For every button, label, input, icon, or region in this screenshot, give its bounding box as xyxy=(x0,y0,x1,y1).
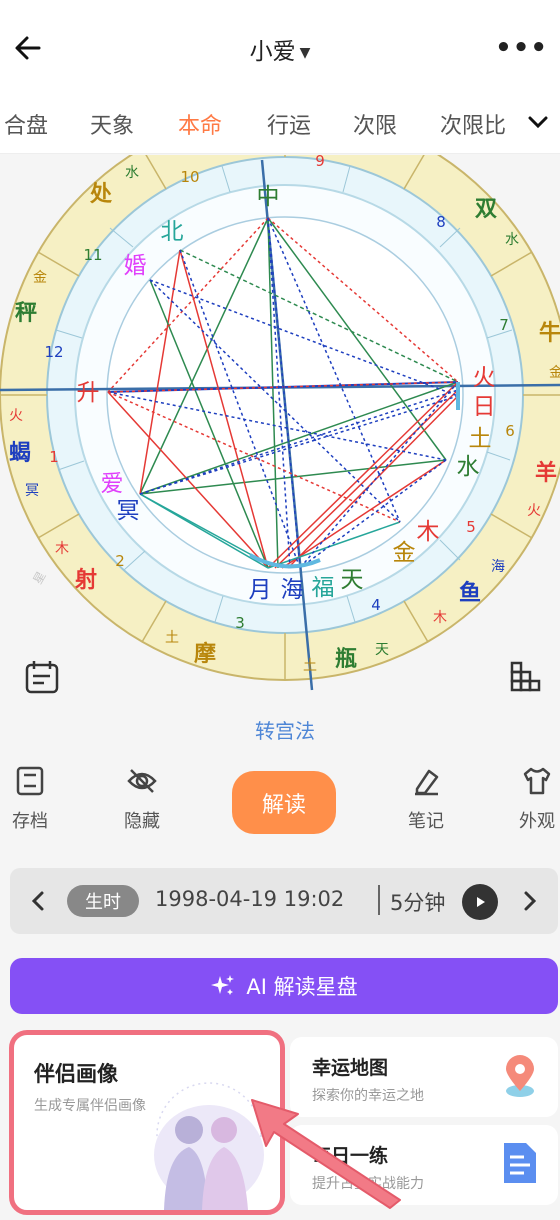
hide-button[interactable]: 隐藏 xyxy=(107,765,177,833)
map-pin-icon xyxy=(506,1055,534,1097)
sign-taurus: 牛 xyxy=(539,320,560,346)
tab-progression-compare[interactable]: 次限比 xyxy=(440,108,506,140)
notes-button[interactable]: 笔记 xyxy=(391,765,461,833)
sparkle-icon xyxy=(211,975,235,995)
chart-tabs: 合盘 天象 本命 行运 次限 次限比 xyxy=(0,96,560,154)
ai-interpret-label: AI 解读星盘 xyxy=(246,975,358,999)
svg-text:水: 水 xyxy=(125,165,139,181)
chart-watermark: 星 xyxy=(30,569,48,586)
save-label: 存档 xyxy=(12,811,48,832)
play-icon xyxy=(477,897,485,907)
grid-layout-icon[interactable] xyxy=(508,659,544,695)
planet-fortune: 福 xyxy=(312,575,335,601)
calendar-icon[interactable] xyxy=(24,659,60,695)
hide-label: 隐藏 xyxy=(124,811,160,832)
planet-eros: 爱 xyxy=(101,471,124,497)
ai-interpret-button[interactable]: AI 解读星盘 xyxy=(10,958,558,1014)
lucky-map-title: 幸运地图 xyxy=(312,1057,389,1079)
svg-text:6: 6 xyxy=(505,422,515,440)
tab-transit-sky[interactable]: 天象 xyxy=(90,108,134,140)
svg-text:5: 5 xyxy=(466,518,476,536)
save-icon xyxy=(16,766,44,796)
document-list-icon xyxy=(504,1143,536,1183)
planet-marriage: 婚 xyxy=(124,253,147,279)
planet-mercury: 水 xyxy=(457,454,480,480)
planet-mars: 火 xyxy=(473,365,496,391)
planet-saturn: 土 xyxy=(469,426,492,452)
notes-label: 笔记 xyxy=(408,811,444,832)
planet-venus: 金 xyxy=(393,540,416,566)
planet-moon: 月 xyxy=(249,577,272,603)
planet-uranus: 天 xyxy=(341,567,364,593)
time-step[interactable]: 5分钟 xyxy=(390,887,445,917)
svg-text:1: 1 xyxy=(49,448,59,466)
tab-natal[interactable]: 本命 xyxy=(178,108,222,140)
svg-text:火: 火 xyxy=(9,408,23,424)
svg-text:金: 金 xyxy=(33,270,47,286)
svg-text:海: 海 xyxy=(491,559,505,575)
save-button[interactable]: 存档 xyxy=(0,765,65,833)
svg-text:土: 土 xyxy=(303,658,317,674)
sign-pisces: 鱼 xyxy=(459,580,481,606)
sign-scorpio: 蝎 xyxy=(9,441,31,466)
appearance-label: 外观 xyxy=(519,811,555,832)
planet-asc: 升 xyxy=(77,380,100,406)
svg-text:12: 12 xyxy=(44,343,63,361)
svg-text:3: 3 xyxy=(235,614,245,632)
planet-north-node: 北 xyxy=(161,219,184,245)
planet-pluto: 冥 xyxy=(117,498,140,524)
svg-text:水: 水 xyxy=(505,232,519,248)
svg-text:木: 木 xyxy=(433,610,447,626)
svg-text:2: 2 xyxy=(115,552,125,570)
sign-libra: 秤 xyxy=(15,301,37,326)
svg-text:天: 天 xyxy=(375,642,389,658)
eye-off-icon xyxy=(127,769,157,793)
tab-progression[interactable]: 次限 xyxy=(353,108,397,140)
svg-text:11: 11 xyxy=(83,246,102,264)
more-button[interactable]: ••• xyxy=(495,35,548,61)
svg-text:土: 土 xyxy=(165,630,179,646)
svg-text:金: 金 xyxy=(549,365,560,381)
sign-virgo: 处 xyxy=(89,181,112,207)
sign-sagittarius: 射 xyxy=(74,567,97,593)
caret-down-icon: ▼ xyxy=(299,44,311,61)
house-turning-link[interactable]: 转宫法 xyxy=(0,715,560,744)
svg-text:9: 9 xyxy=(315,155,325,170)
birth-datetime[interactable]: 1998-04-19 19:02 xyxy=(155,887,344,911)
planet-mc: 中 xyxy=(257,184,280,210)
time-adjust-bar: 生时 1998-04-19 19:02 5分钟 xyxy=(10,868,558,934)
page-title: 小爱 xyxy=(249,39,296,65)
appearance-button[interactable]: 外观 xyxy=(502,765,560,833)
svg-text:7: 7 xyxy=(499,316,509,334)
svg-text:10: 10 xyxy=(180,168,199,186)
profile-selector[interactable]: 小爱 ▼ xyxy=(0,32,560,66)
svg-text:4: 4 xyxy=(371,596,381,614)
planet-jupiter: 木 xyxy=(417,519,440,545)
svg-text:火: 火 xyxy=(527,503,541,519)
planet-sun: 日 xyxy=(473,394,496,420)
svg-text:8: 8 xyxy=(436,213,446,231)
svg-text:冥: 冥 xyxy=(25,483,39,499)
tab-transit[interactable]: 行运 xyxy=(267,108,311,140)
birth-time-chip[interactable]: 生时 xyxy=(67,885,139,917)
pointer-arrow xyxy=(251,1099,401,1209)
tshirt-icon xyxy=(523,767,551,795)
svg-text:木: 木 xyxy=(55,541,69,557)
sign-capricorn: 摩 xyxy=(194,641,216,667)
play-button[interactable] xyxy=(462,884,498,920)
sign-gemini: 双 xyxy=(475,197,497,222)
chevron-down-icon[interactable] xyxy=(526,110,550,134)
next-time-button[interactable] xyxy=(520,887,540,915)
natal-chart[interactable]: 处 双 秤 牛 蝎 羊 射 鱼 摩 瓶 水 水 金 金 火 火 冥 木 木 海 … xyxy=(0,155,560,695)
prev-time-button[interactable] xyxy=(28,887,48,915)
sign-aries: 羊 xyxy=(535,460,557,486)
app-header: 小爱 ▼ ••• xyxy=(0,0,560,96)
planet-neptune: 海 xyxy=(281,577,304,603)
tab-synastry[interactable]: 合盘 xyxy=(4,108,48,140)
time-separator xyxy=(378,885,380,915)
eraser-pen-icon xyxy=(415,769,439,796)
sign-aquarius: 瓶 xyxy=(335,647,357,672)
interpret-button[interactable]: 解读 xyxy=(232,771,336,834)
